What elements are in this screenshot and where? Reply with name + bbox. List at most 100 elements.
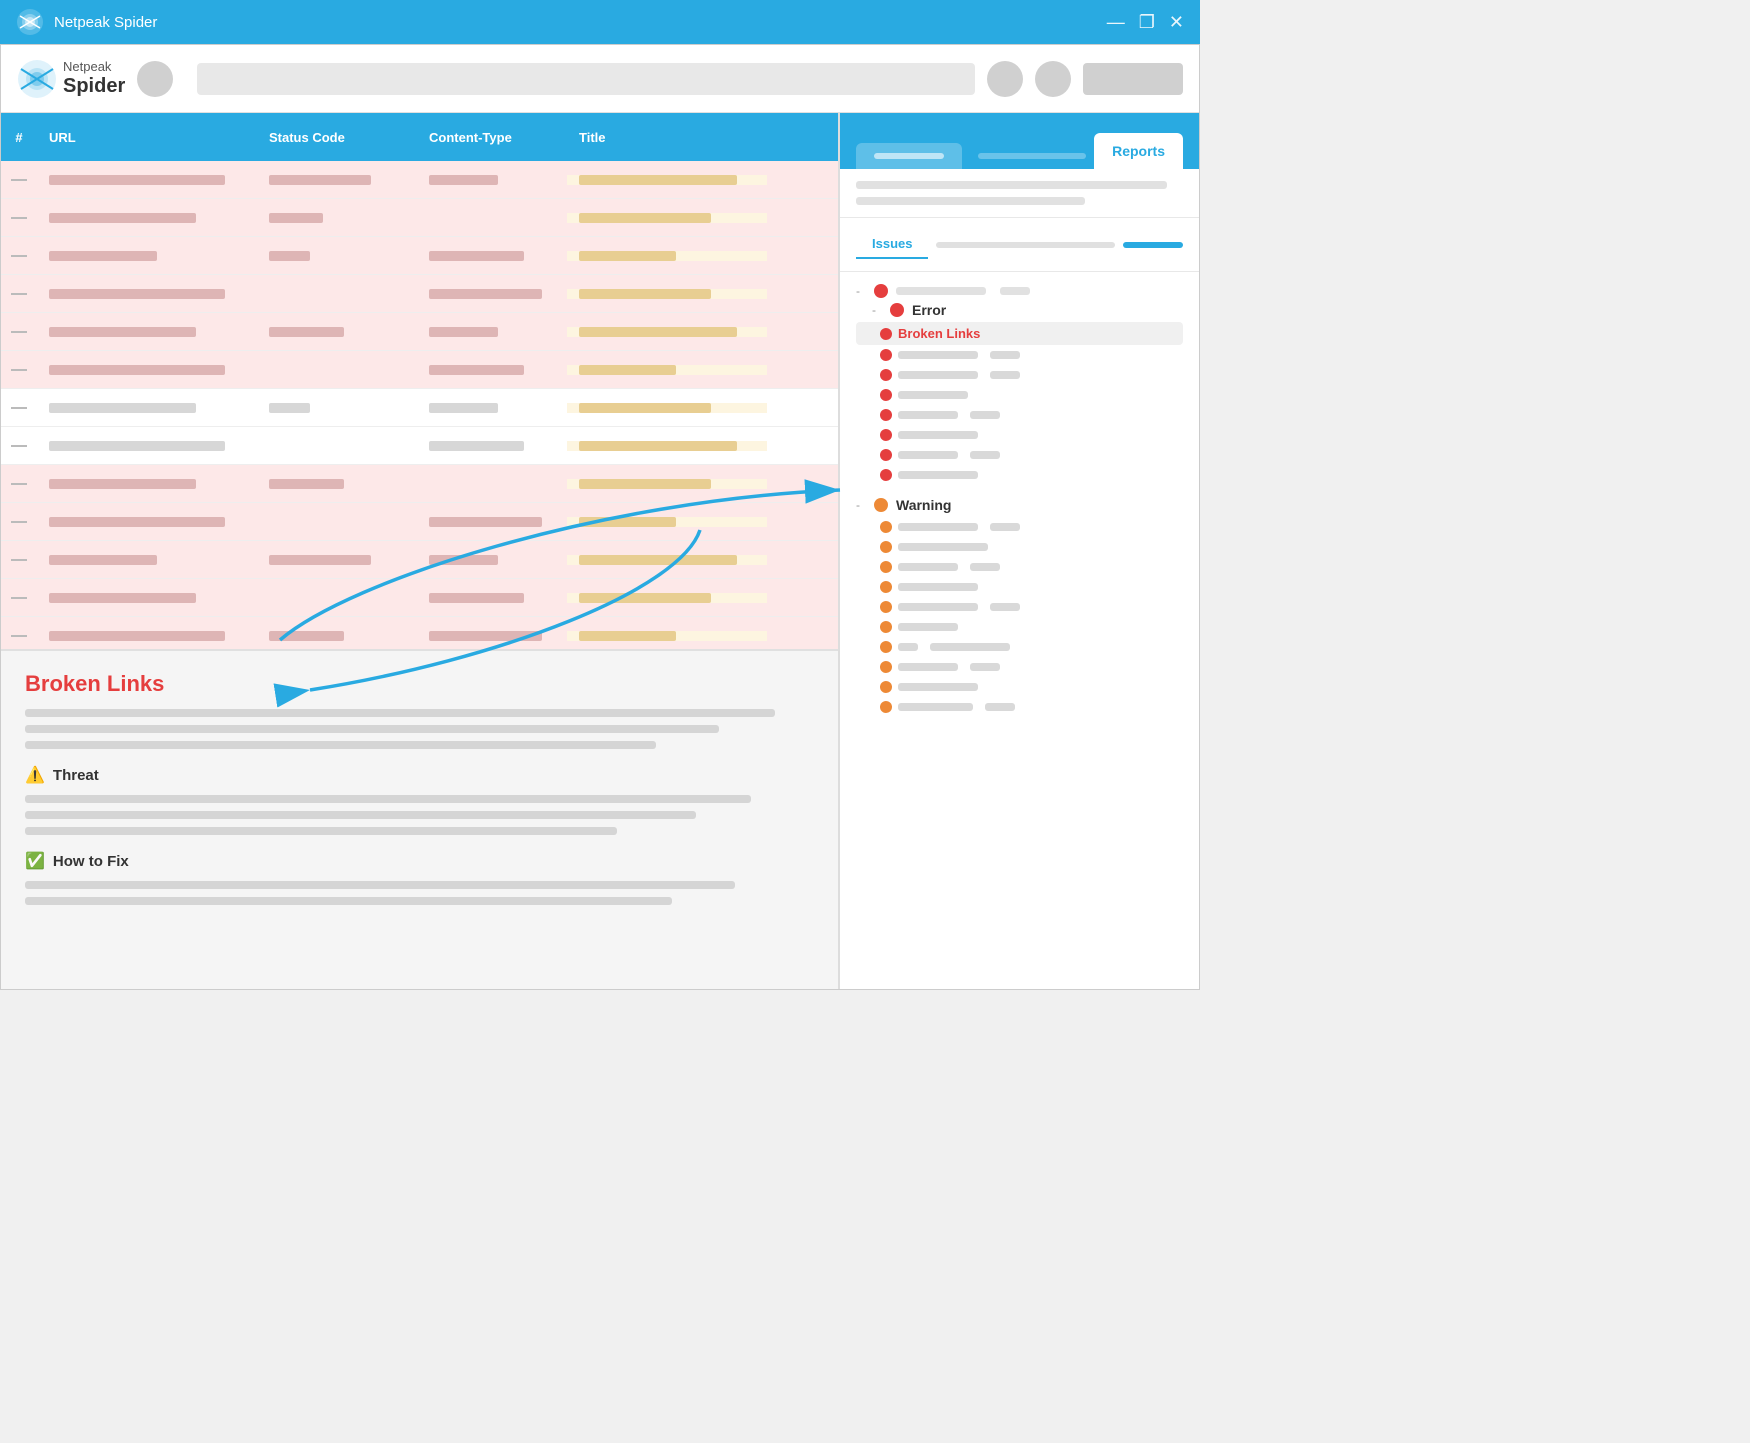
error-group: - Error bbox=[856, 302, 1183, 318]
warn-dot-10 bbox=[880, 701, 892, 713]
warning-sub-item-8[interactable] bbox=[856, 657, 1183, 677]
col-header-num: # bbox=[1, 130, 37, 145]
issue-group-row-1: - bbox=[856, 284, 1183, 298]
close-icon[interactable]: ✕ bbox=[1169, 12, 1184, 33]
table-row[interactable] bbox=[1, 427, 838, 465]
table-body bbox=[1, 161, 838, 649]
issues-list: - - Error Broken Links bbox=[840, 272, 1199, 989]
issue-sub-item-5[interactable] bbox=[856, 425, 1183, 445]
main-window: Netpeak Spider # URL Status Code Content… bbox=[0, 44, 1200, 990]
col-header-content-type: Content-Type bbox=[417, 130, 567, 145]
sub-dot-6 bbox=[880, 449, 892, 461]
how-to-fix-label: How to Fix bbox=[53, 853, 129, 870]
expand-icon-2[interactable]: - bbox=[872, 303, 882, 317]
broken-links-item[interactable]: Broken Links bbox=[856, 322, 1183, 345]
table-panel: # URL Status Code Content-Type Title bbox=[1, 113, 839, 989]
warning-group: - Warning bbox=[856, 497, 1183, 513]
warning-sub-item-1[interactable] bbox=[856, 517, 1183, 537]
warn-dot-7 bbox=[880, 641, 892, 653]
right-panel-top-content bbox=[840, 169, 1199, 218]
issue-sub-item-3[interactable] bbox=[856, 385, 1183, 405]
tab-issues[interactable]: Issues bbox=[856, 230, 928, 259]
table-row[interactable] bbox=[1, 275, 838, 313]
issues-panel: Issues bbox=[840, 218, 1199, 272]
table-row[interactable] bbox=[1, 617, 838, 649]
broken-links-dot bbox=[880, 328, 892, 340]
warning-label: Warning bbox=[896, 497, 951, 513]
warn-dot-9 bbox=[880, 681, 892, 693]
toolbar-action-circle-1[interactable] bbox=[987, 61, 1023, 97]
table-row[interactable] bbox=[1, 237, 838, 275]
tab-inactive[interactable] bbox=[856, 143, 962, 169]
issue-sub-item-7[interactable] bbox=[856, 465, 1183, 485]
warn-dot-8 bbox=[880, 661, 892, 673]
description-lines bbox=[25, 709, 814, 749]
threat-label: Threat bbox=[53, 767, 99, 784]
warn-dot-6 bbox=[880, 621, 892, 633]
right-panel: Reports Issues bbox=[839, 113, 1199, 989]
sub-dot-3 bbox=[880, 389, 892, 401]
content-area: # URL Status Code Content-Type Title bbox=[1, 113, 1199, 989]
warning-dot bbox=[874, 498, 888, 512]
sub-dot-7 bbox=[880, 469, 892, 481]
table-row[interactable] bbox=[1, 313, 838, 351]
table-row[interactable] bbox=[1, 351, 838, 389]
window-controls: — ❐ ✕ bbox=[1107, 12, 1184, 33]
sub-dot-4 bbox=[880, 409, 892, 421]
title-bar-left: Netpeak Spider bbox=[16, 8, 157, 36]
fix-icon: ✅ bbox=[25, 851, 45, 871]
tab-reports[interactable]: Reports bbox=[1094, 133, 1183, 169]
col-header-url: URL bbox=[37, 130, 257, 145]
warn-dot-2 bbox=[880, 541, 892, 553]
toolbar: Netpeak Spider bbox=[1, 45, 1199, 113]
error-dot-2 bbox=[890, 303, 904, 317]
col-header-title: Title bbox=[567, 130, 767, 145]
table-row[interactable] bbox=[1, 161, 838, 199]
threat-section: ⚠️ Threat bbox=[25, 765, 814, 785]
table-row[interactable] bbox=[1, 579, 838, 617]
table-row[interactable] bbox=[1, 199, 838, 237]
issues-tabs: Issues bbox=[856, 230, 1183, 259]
sub-dot-5 bbox=[880, 429, 892, 441]
toolbar-logo: Netpeak Spider bbox=[17, 59, 125, 99]
table-row[interactable] bbox=[1, 541, 838, 579]
fix-lines bbox=[25, 881, 814, 905]
expand-icon[interactable]: - bbox=[856, 284, 866, 298]
toolbar-logo-text: Netpeak Spider bbox=[63, 59, 125, 99]
warning-sub-item-4[interactable] bbox=[856, 577, 1183, 597]
app-logo-icon bbox=[16, 8, 44, 36]
broken-links-title: Broken Links bbox=[25, 671, 814, 697]
toolbar-action-circle-2[interactable] bbox=[1035, 61, 1071, 97]
maximize-icon[interactable]: ❐ bbox=[1139, 12, 1155, 33]
warning-sub-item-7[interactable] bbox=[856, 637, 1183, 657]
error-dot bbox=[874, 284, 888, 298]
threat-lines bbox=[25, 795, 814, 835]
table-header: # URL Status Code Content-Type Title bbox=[1, 113, 838, 161]
warning-sub-item-9[interactable] bbox=[856, 677, 1183, 697]
sub-dot-2 bbox=[880, 369, 892, 381]
warning-sub-item-3[interactable] bbox=[856, 557, 1183, 577]
warning-sub-item-10[interactable] bbox=[856, 697, 1183, 717]
col-header-status: Status Code bbox=[257, 130, 417, 145]
table-row[interactable] bbox=[1, 465, 838, 503]
issue-sub-item-6[interactable] bbox=[856, 445, 1183, 465]
issue-sub-item-1[interactable] bbox=[856, 345, 1183, 365]
sub-dot-1 bbox=[880, 349, 892, 361]
broken-links-label: Broken Links bbox=[898, 326, 980, 341]
expand-warning-icon[interactable]: - bbox=[856, 498, 866, 512]
table-row[interactable] bbox=[1, 389, 838, 427]
issue-sub-item-2[interactable] bbox=[856, 365, 1183, 385]
table-row[interactable] bbox=[1, 503, 838, 541]
toolbar-action-button[interactable] bbox=[1083, 63, 1183, 95]
warning-sub-item-6[interactable] bbox=[856, 617, 1183, 637]
minimize-icon[interactable]: — bbox=[1107, 12, 1125, 33]
toolbar-url-input[interactable] bbox=[197, 63, 975, 95]
warning-sub-item-5[interactable] bbox=[856, 597, 1183, 617]
toolbar-avatar bbox=[137, 61, 173, 97]
how-to-fix-section: ✅ How to Fix bbox=[25, 851, 814, 871]
app-title: Netpeak Spider bbox=[54, 14, 157, 31]
warning-sub-item-2[interactable] bbox=[856, 537, 1183, 557]
reports-tabs: Reports bbox=[840, 113, 1199, 169]
error-label: Error bbox=[912, 302, 946, 318]
issue-sub-item-4[interactable] bbox=[856, 405, 1183, 425]
